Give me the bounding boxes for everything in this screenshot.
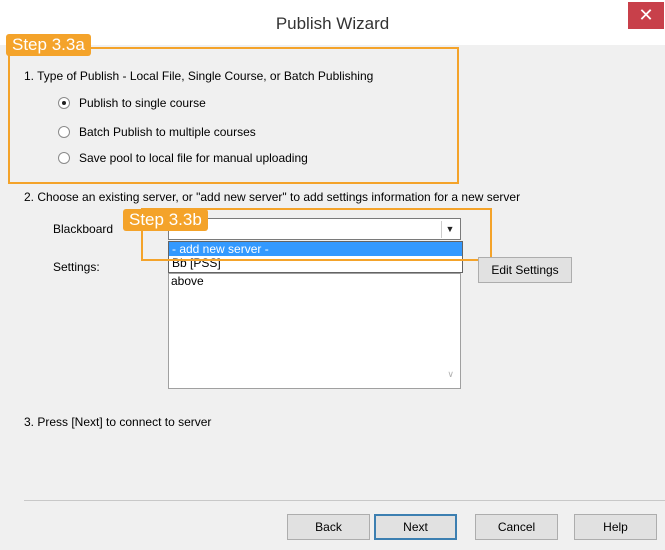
step-a-label: Step 3.3a xyxy=(6,34,91,56)
section2-heading: 2. Choose an existing server, or "add ne… xyxy=(24,190,521,204)
settings-text: above xyxy=(171,274,204,288)
back-button[interactable]: Back xyxy=(287,514,370,540)
close-button[interactable]: ✕ xyxy=(628,2,664,29)
footer-separator xyxy=(24,500,665,501)
help-button[interactable]: Help xyxy=(574,514,657,540)
server-label: Blackboard xyxy=(53,222,114,236)
next-button[interactable]: Next xyxy=(374,514,457,540)
cancel-button[interactable]: Cancel xyxy=(475,514,558,540)
settings-textbox[interactable]: above ∨ xyxy=(168,273,461,389)
window-title: Publish Wizard xyxy=(275,14,390,33)
step-a-highlight-box xyxy=(8,47,459,184)
close-icon: ✕ xyxy=(638,5,654,26)
edit-settings-button[interactable]: Edit Settings xyxy=(478,257,572,283)
scroll-down-icon[interactable]: ∨ xyxy=(447,369,454,380)
section3-heading: 3. Press [Next] to connect to server xyxy=(24,415,212,429)
step-b-label: Step 3.3b xyxy=(123,209,208,231)
settings-label: Settings: xyxy=(53,260,100,274)
